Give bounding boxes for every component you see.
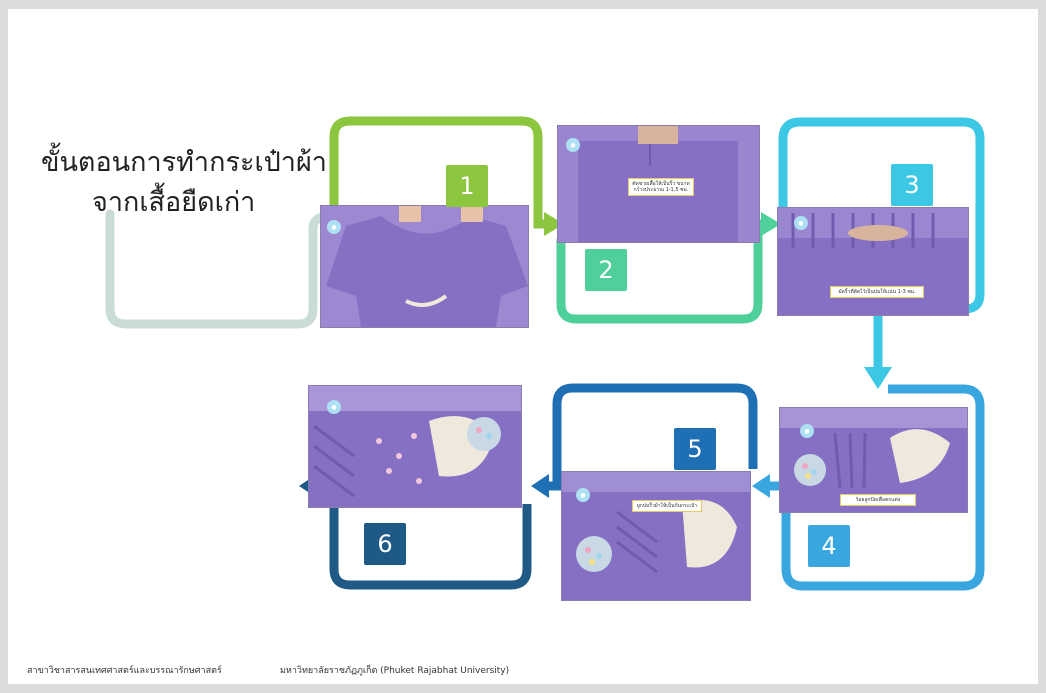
step5-arrow [531,474,549,498]
logo-icon: ● [576,488,590,502]
slide: ขั้นตอนการทำกระเป๋าผ้า จากเสื้อยืดเก่า ●… [8,9,1038,684]
shirt-cutout-illustration [321,206,528,327]
bag-knotting-illustration [562,472,750,600]
step5-photo: ● ผูกปมริ้วผ้าให้เป็นก้นกระเป๋า [561,471,751,601]
title-line-1: ขั้นตอนการทำกระเป๋าผ้า [41,147,327,178]
step5-caption: ผูกปมริ้วผ้าให้เป็นก้นกระเป๋า [632,500,702,512]
step6-badge: 6 [364,523,406,565]
step5-badge: 5 [674,428,716,470]
flow-connectors [105,116,985,591]
footer-department: สาขาวิชาสารสนเทศศาสตร์และบรรณารักษศาสตร์ [27,666,222,676]
step3-caption: มัดริ้วที่ตัดไว้เป็นปมให้แน่น 1-3 ซม. [830,286,924,298]
logo-icon: ● [794,216,808,230]
step4-badge: 4 [808,525,850,567]
step1-badge: 1 [446,165,488,207]
footer-university: มหาวิทยาลัยราชภัฏภูเก็ต (Phuket Rajabhat… [280,666,510,676]
step2-photo: ● ตัดชายเสื้อให้เป็นริ้ว ขนาดกว้างประมาณ… [557,125,760,243]
finished-bag-illustration [309,386,521,507]
step3-photo: ● มัดริ้วที่ตัดไว้เป็นปมให้แน่น 1-3 ซม. [777,207,969,316]
step3-badge: 3 [891,164,933,206]
step2-caption: ตัดชายเสื้อให้เป็นริ้ว ขนาดกว้างประมาณ 1… [628,178,694,196]
step4-caption: ร้อยลูกปัดเพื่อตกแต่ง [840,494,916,506]
start-connector [105,209,331,329]
step1-photo: ● [320,205,529,328]
step4-arrow [752,474,770,498]
step6-arrow [299,480,308,492]
step4-photo: ● ร้อยลูกปัดเพื่อตกแต่ง [779,407,968,513]
step3-arrow [864,367,892,389]
step2-badge: 2 [585,249,627,291]
logo-icon: ● [566,138,580,152]
logo-icon: ● [800,424,814,438]
logo-icon: ● [327,220,341,234]
logo-icon: ● [327,400,341,414]
step6-photo: ● [308,385,522,508]
title-line-2: จากเสื้อยืดเก่า [92,187,256,218]
